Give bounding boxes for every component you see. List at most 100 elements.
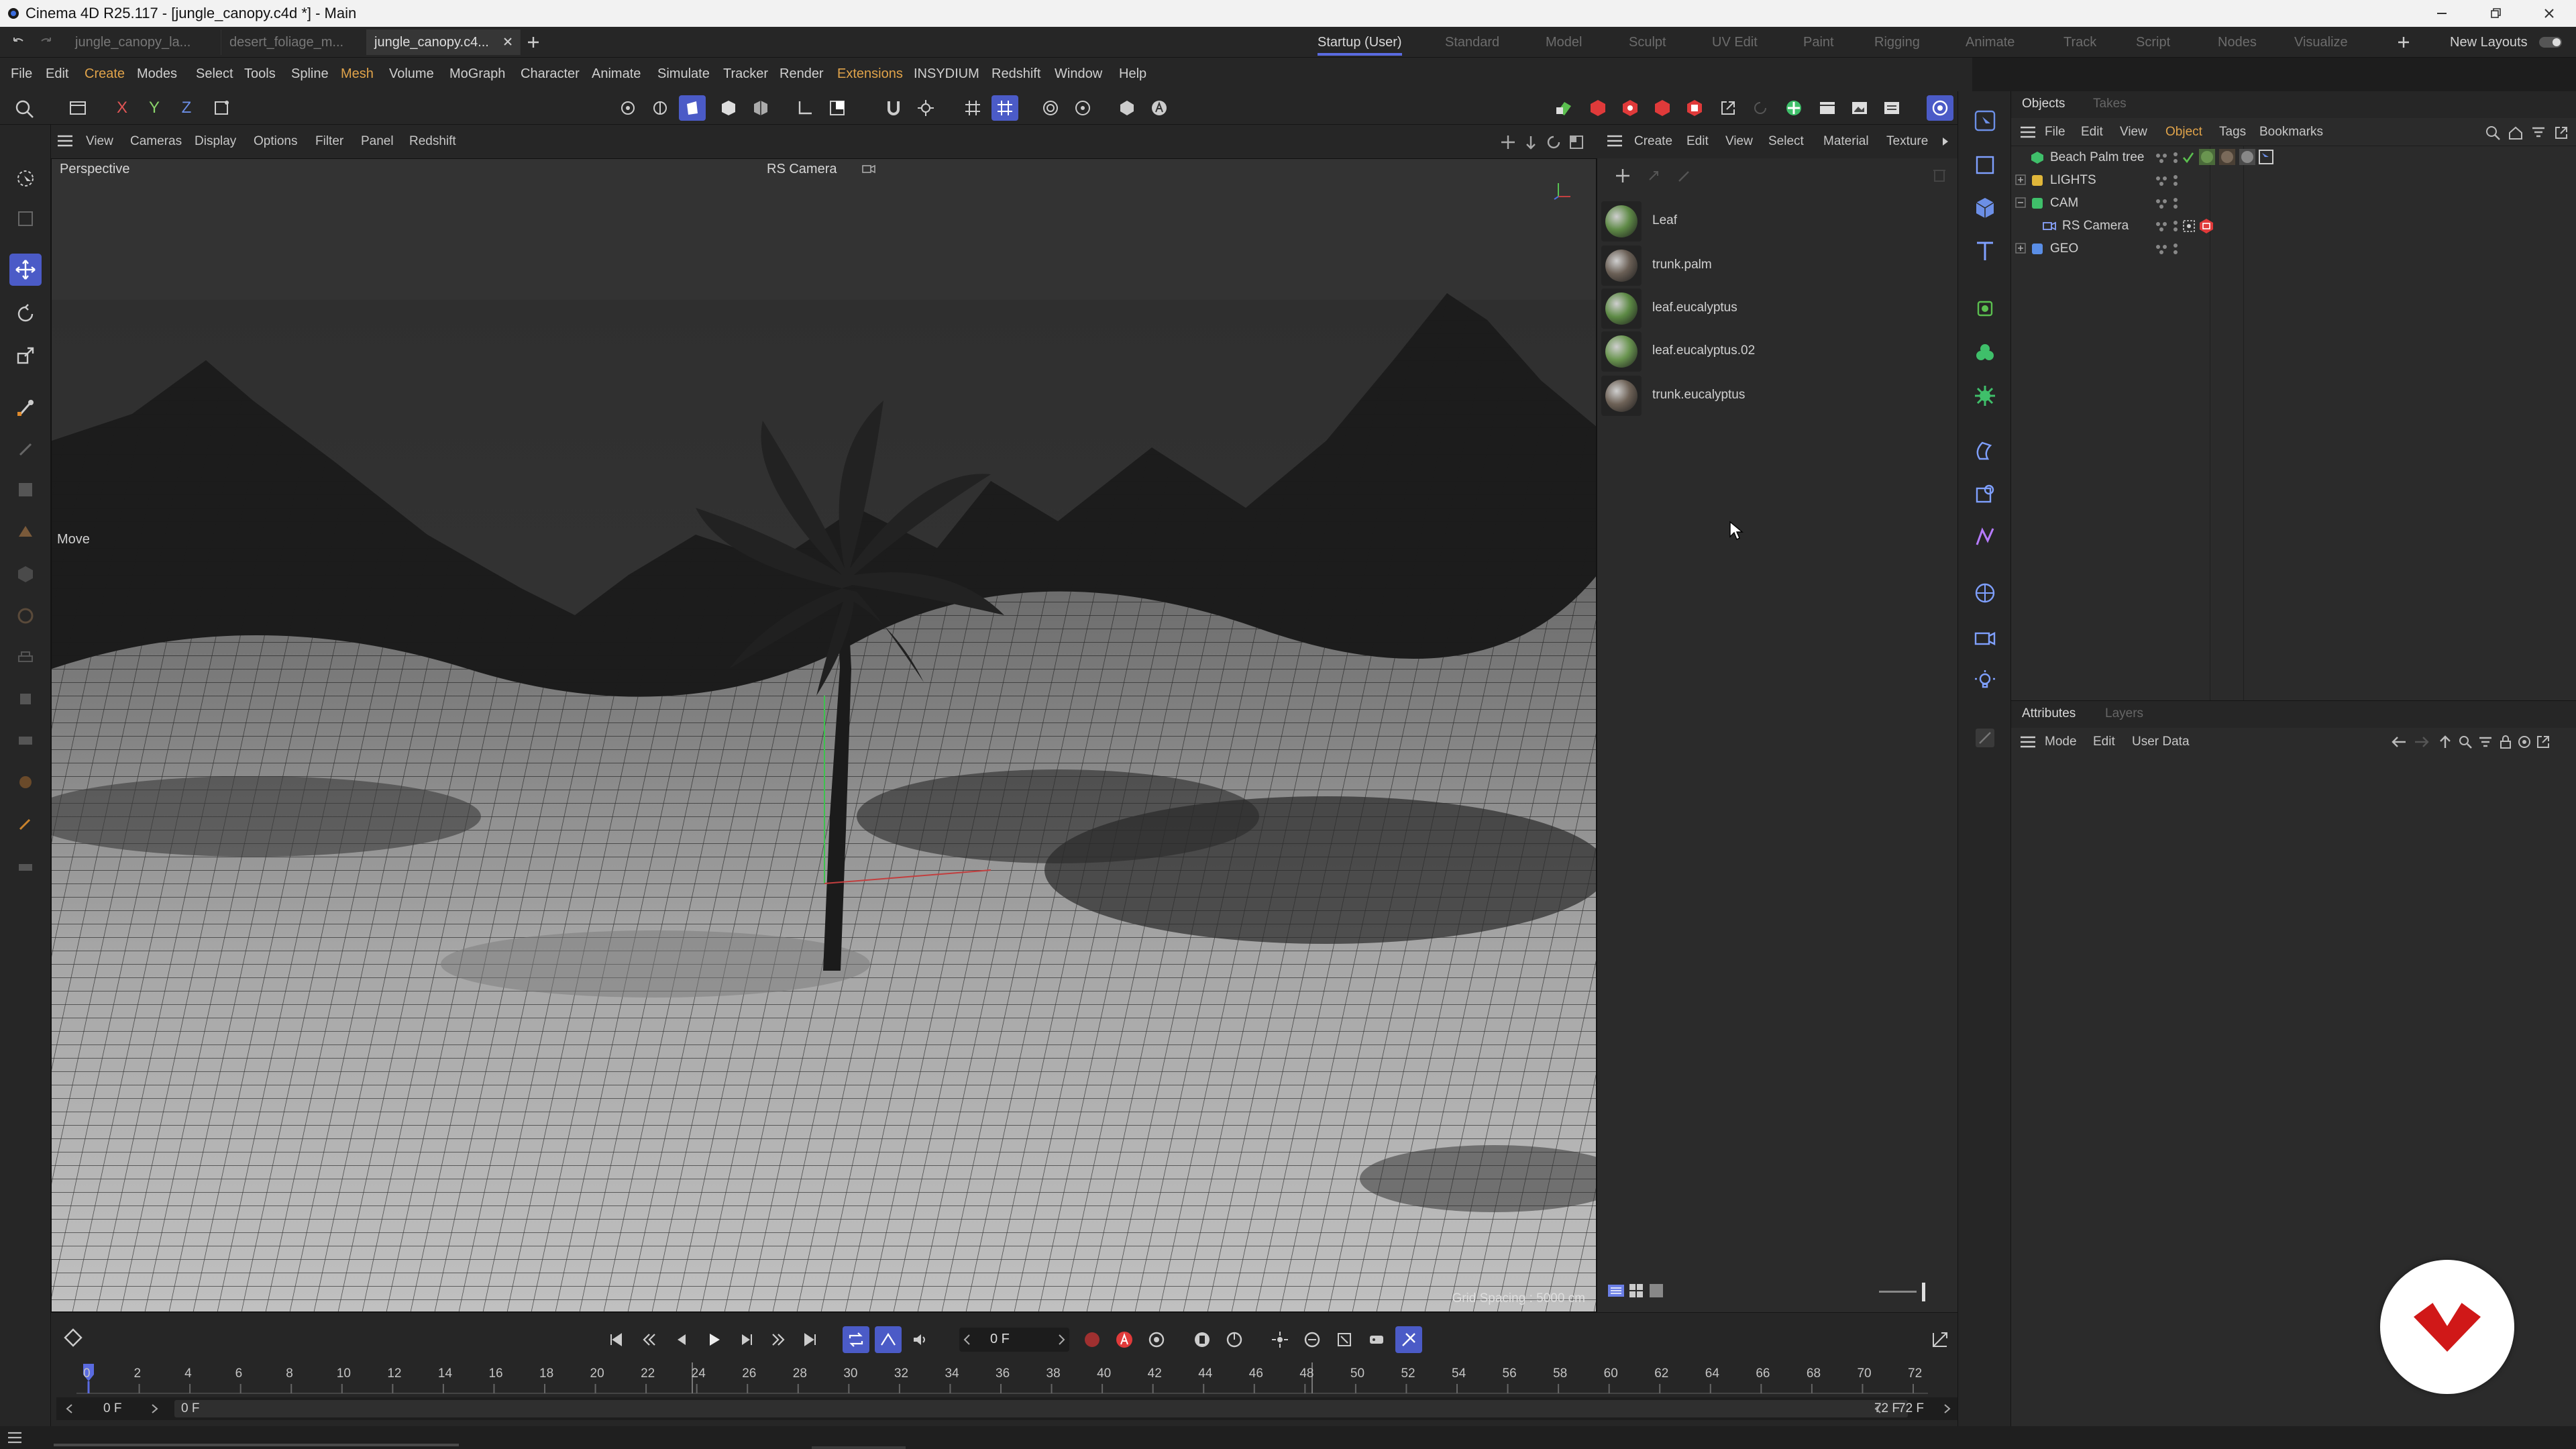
selection-tool-icon[interactable]	[9, 162, 42, 195]
axis-mode-icon[interactable]	[792, 95, 818, 121]
workplane-icon[interactable]	[991, 95, 1018, 121]
weld-icon[interactable]	[9, 766, 42, 798]
add-material-icon[interactable]	[1613, 166, 1632, 185]
pin-panel-icon[interactable]	[1969, 722, 2001, 754]
list-view-icon[interactable]	[1607, 1283, 1625, 1299]
layer-dots-icon[interactable]	[2155, 174, 2168, 188]
menu-help[interactable]: Help	[1119, 66, 1146, 82]
menu-insydium[interactable]: INSYDIUM	[914, 66, 979, 82]
goto-end-icon[interactable]	[797, 1326, 824, 1353]
viewport-menu-view[interactable]: View	[86, 134, 113, 149]
viewport-menu-redshift[interactable]: Redshift	[409, 134, 456, 149]
object-filter-icon[interactable]	[2530, 125, 2546, 141]
light-object-icon[interactable]	[1969, 664, 2001, 696]
sound-icon[interactable]	[907, 1326, 934, 1353]
visibility-dots-icon[interactable]	[2171, 196, 2180, 211]
frame-increment-icon[interactable]	[1057, 1333, 1067, 1346]
material-edit-icon[interactable]	[1675, 166, 1694, 185]
cursor-object-icon[interactable]	[1969, 105, 2001, 137]
object-row-rs-camera[interactable]: RS Camera	[2011, 215, 2576, 237]
prev-key-icon[interactable]	[636, 1326, 663, 1353]
menu-create[interactable]: Create	[85, 66, 125, 82]
viewport-hamburger-icon[interactable]	[56, 133, 74, 148]
viewport-orbit-icon[interactable]	[1546, 134, 1562, 150]
rectangle-spline-icon[interactable]	[1969, 149, 2001, 181]
menu-volume[interactable]: Volume	[389, 66, 434, 82]
magnet-snap-icon[interactable]	[880, 95, 907, 121]
viewport-camera-label[interactable]: RS Camera	[767, 162, 837, 177]
auto-snap-icon[interactable]	[1146, 95, 1173, 121]
layout-standard[interactable]: Standard	[1445, 35, 1499, 50]
spline-object-icon[interactable]	[1969, 521, 2001, 553]
minimize-icon[interactable]	[2415, 0, 2469, 27]
playback-rate-icon[interactable]	[875, 1326, 902, 1353]
object-menu-view[interactable]: View	[2120, 125, 2147, 140]
refresh-icon[interactable]	[1747, 95, 1774, 121]
new-tab-icon[interactable]	[525, 34, 542, 51]
points-mode-icon[interactable]	[614, 95, 641, 121]
object-menu-object[interactable]: Object	[2165, 125, 2202, 140]
layout-visualize[interactable]: Visualize	[2294, 35, 2348, 50]
visibility-dots-icon[interactable]	[2171, 150, 2180, 165]
layout-rigging[interactable]: Rigging	[1874, 35, 1920, 50]
redshift-camera-tag-icon[interactable]	[2198, 217, 2215, 235]
menu-simulate[interactable]: Simulate	[657, 66, 710, 82]
material-tag-icon[interactable]	[2218, 148, 2237, 166]
preview-size-slider[interactable]	[1879, 1291, 1917, 1293]
polygons-mode-icon[interactable]	[679, 95, 706, 121]
attribute-menu-mode[interactable]: Mode	[2045, 735, 2077, 749]
axis-lock-z-button[interactable]: Z	[173, 95, 200, 121]
grid-view-icon[interactable]	[1628, 1283, 1644, 1299]
material-menu-select[interactable]: Select	[1768, 134, 1804, 149]
material-item[interactable]: Leaf	[1601, 201, 1937, 241]
menu-character[interactable]: Character	[521, 66, 580, 82]
menu-edit[interactable]: Edit	[46, 66, 68, 82]
expand-icon[interactable]	[2015, 243, 2026, 254]
object-hamburger-icon[interactable]	[2019, 125, 2037, 140]
layer-dots-icon[interactable]	[2155, 197, 2168, 211]
key-rotation-icon[interactable]	[1221, 1326, 1248, 1353]
material-tag-icon[interactable]	[2238, 148, 2257, 166]
restore-icon[interactable]	[2469, 0, 2522, 27]
material-menu-view[interactable]: View	[1725, 134, 1753, 149]
material-item[interactable]: leaf.eucalyptus.02	[1601, 331, 1937, 372]
viewport-menu-panel[interactable]: Panel	[361, 134, 394, 149]
keyframe-settings-icon[interactable]	[1143, 1326, 1170, 1353]
menu-mograph[interactable]: MoGraph	[449, 66, 505, 82]
model-mode-icon[interactable]	[715, 95, 742, 121]
viewport-pan-icon[interactable]	[1500, 134, 1516, 150]
scale-tool-icon[interactable]	[9, 339, 42, 372]
layout-toggle-icon[interactable]	[2538, 35, 2563, 50]
key-position-icon[interactable]	[1189, 1326, 1216, 1353]
tab-objects[interactable]: Objects	[2022, 97, 2065, 111]
axis-lock-x-button[interactable]: X	[109, 95, 136, 121]
object-row-lights[interactable]: LIGHTS	[2011, 169, 2576, 192]
viewport-menu-options[interactable]: Options	[254, 134, 297, 149]
viewport-menu-display[interactable]: Display	[195, 134, 236, 149]
menu-file[interactable]: File	[11, 66, 32, 82]
material-item[interactable]: trunk.eucalyptus	[1601, 376, 1937, 416]
undo-icon[interactable]	[9, 34, 27, 51]
text-object-icon[interactable]	[1969, 235, 2001, 267]
layer-dots-icon[interactable]	[2155, 243, 2168, 256]
delete-material-icon[interactable]	[1930, 165, 1949, 184]
menu-modes[interactable]: Modes	[137, 66, 177, 82]
range-start-value[interactable]: 0 F	[103, 1401, 121, 1416]
knife-tool-icon[interactable]	[9, 433, 42, 466]
deformer-object-icon[interactable]	[1969, 435, 2001, 467]
key-pla-icon[interactable]	[1331, 1326, 1358, 1353]
redshift-material-icon[interactable]	[1649, 95, 1676, 121]
grid-snap-icon[interactable]	[959, 95, 986, 121]
polygon-pen-icon[interactable]	[9, 474, 42, 506]
visibility-dots-icon[interactable]	[2171, 173, 2180, 188]
object-row-geo[interactable]: GEO	[2011, 237, 2576, 260]
menu-spline[interactable]: Spline	[291, 66, 329, 82]
menu-redshift[interactable]: Redshift	[991, 66, 1040, 82]
attribute-menu-user-data[interactable]: User Data	[2132, 735, 2190, 749]
goto-start-icon[interactable]	[602, 1326, 629, 1353]
viewport-maximize-icon[interactable]	[1568, 134, 1585, 150]
menu-render[interactable]: Render	[780, 66, 824, 82]
attribute-search-icon[interactable]	[2458, 735, 2473, 749]
menu-extensions[interactable]: Extensions	[837, 66, 903, 82]
search-icon[interactable]	[11, 97, 38, 121]
